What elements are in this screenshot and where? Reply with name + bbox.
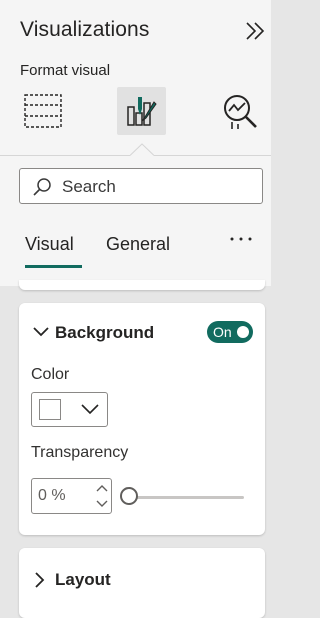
toggle-knob (237, 326, 249, 338)
background-card-title[interactable]: Background (55, 323, 154, 343)
chevron-down-icon[interactable] (96, 500, 108, 508)
layout-card-title[interactable]: Layout (55, 570, 111, 590)
divider (154, 155, 271, 156)
transparency-input[interactable]: 0 % (31, 478, 112, 514)
analytics-icon[interactable] (220, 91, 260, 131)
active-tab-indicator (25, 265, 82, 268)
search-placeholder: Search (62, 177, 116, 196)
format-visual-icon (127, 97, 157, 126)
format-visual-tab[interactable] (117, 87, 166, 135)
search-input[interactable]: Search (19, 168, 263, 204)
double-chevron-right-icon[interactable] (244, 21, 266, 41)
transparency-value: 0 % (38, 487, 66, 504)
transparency-slider-track[interactable] (129, 496, 244, 499)
color-picker[interactable] (31, 392, 108, 427)
transparency-label: Transparency (31, 444, 129, 461)
background-card: Background On Color Transparency 0 % (19, 303, 265, 535)
transparency-slider-thumb[interactable] (120, 487, 138, 505)
chevron-down-icon[interactable] (33, 327, 49, 337)
more-options-icon[interactable] (229, 235, 253, 243)
chevron-down-icon (81, 404, 99, 415)
layout-card: Layout (19, 548, 265, 618)
tab-general[interactable]: General (106, 234, 170, 255)
chevron-right-icon[interactable] (35, 572, 45, 588)
toggle-label: On (213, 324, 232, 340)
pane-title: Visualizations (20, 18, 150, 41)
background-toggle[interactable]: On (207, 321, 253, 343)
previous-card-edge (19, 280, 265, 290)
tab-visual[interactable]: Visual (25, 234, 74, 255)
chevron-up-icon[interactable] (96, 484, 108, 492)
selected-tab-pointer (130, 143, 154, 156)
search-icon (33, 178, 51, 196)
build-visual-icon[interactable] (22, 92, 64, 130)
format-visual-heading: Format visual (20, 62, 111, 79)
color-label: Color (31, 366, 70, 383)
divider (0, 155, 130, 156)
visualizations-pane-header: Visualizations Format visual Search Visu… (0, 0, 271, 286)
color-swatch (39, 399, 61, 420)
